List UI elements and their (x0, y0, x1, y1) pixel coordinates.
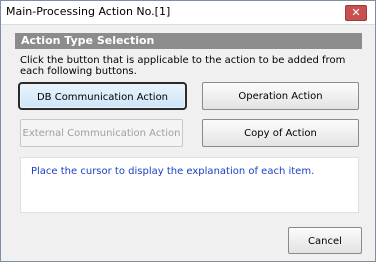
dialog-window: Main-Processing Action No.[1] ✕ Action T… (0, 0, 376, 262)
explanation-text: Place the cursor to display the explanat… (31, 166, 315, 177)
cancel-button[interactable]: Cancel (288, 227, 362, 254)
db-communication-action-button[interactable]: DB Communication Action (18, 82, 187, 110)
window-title: Main-Processing Action No.[1] (6, 5, 171, 18)
close-button[interactable]: ✕ (345, 5, 367, 21)
title-bar[interactable]: Main-Processing Action No.[1] ✕ (1, 1, 375, 25)
section-header: Action Type Selection (15, 33, 362, 49)
instruction-text: Click the button that is applicable to t… (20, 55, 346, 77)
copy-of-action-button[interactable]: Copy of Action (202, 119, 359, 147)
operation-action-button[interactable]: Operation Action (202, 82, 359, 110)
external-communication-action-button: External Communication Action (20, 119, 183, 147)
section-header-label: Action Type Selection (21, 34, 155, 47)
explanation-panel: Place the cursor to display the explanat… (20, 157, 359, 213)
close-icon: ✕ (351, 6, 361, 19)
